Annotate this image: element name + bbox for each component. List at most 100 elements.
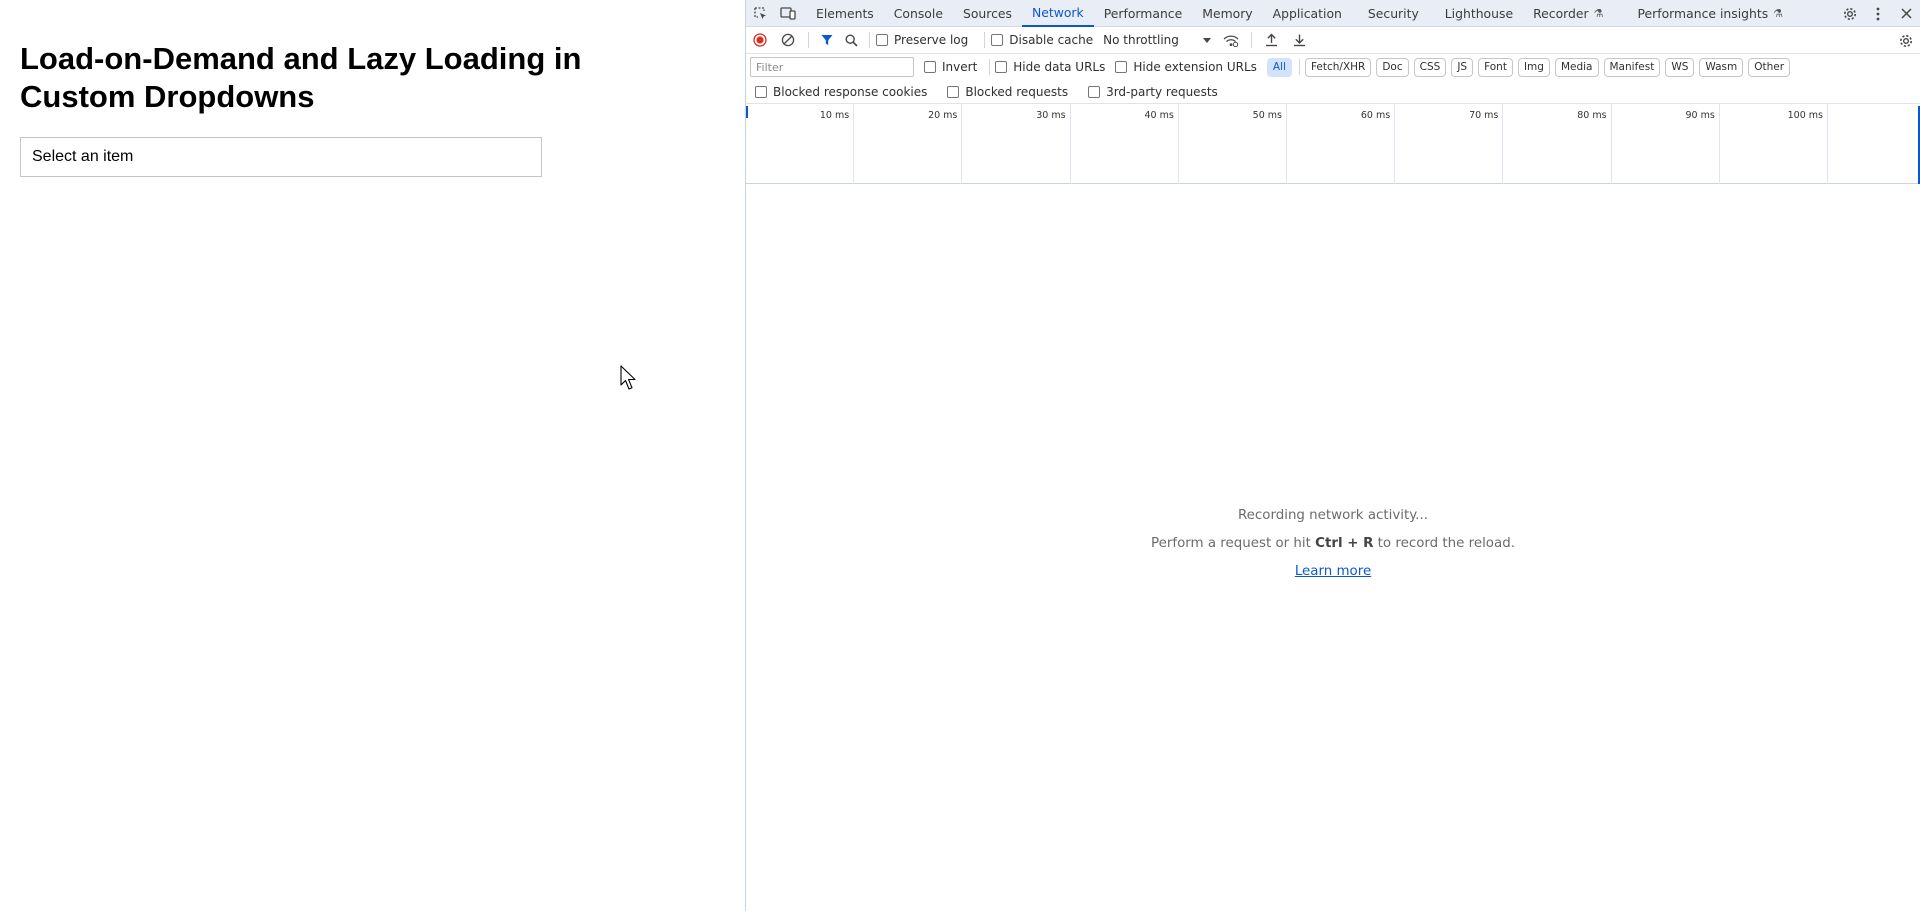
tab-memory[interactable]: Memory (1192, 0, 1262, 27)
preserve-log-checkbox[interactable]: Preserve log (876, 33, 968, 47)
learn-more-link[interactable]: Learn more (1295, 564, 1371, 579)
filter-type-manifest[interactable]: Manifest (1603, 57, 1661, 77)
toolbar-divider (808, 32, 809, 48)
timeline-tick: 70 ms (1395, 104, 1504, 184)
checkbox-box[interactable] (1115, 61, 1128, 73)
device-toolbar-icon[interactable] (774, 0, 802, 27)
third-party-requests-label: 3rd-party requests (1106, 84, 1218, 99)
hide-extension-urls-checkbox[interactable]: Hide extension URLs (1115, 60, 1257, 74)
more-options-icon[interactable] (1864, 0, 1892, 27)
blocked-response-cookies-checkbox[interactable]: Blocked response cookies (755, 85, 927, 99)
filter-type-js[interactable]: JS (1451, 57, 1474, 77)
tab-security[interactable]: Security (1358, 0, 1429, 27)
toolbar-divider (869, 32, 870, 48)
blocked-filter-bar: Blocked response cookies Blocked request… (746, 80, 1920, 104)
empty-state: Recording network activity... Perform a … (746, 508, 1920, 579)
stop-recording-icon[interactable] (746, 27, 774, 54)
timeline-overview[interactable]: 10 ms 20 ms 30 ms 40 ms 50 ms 60 ms 70 ms 80 ms… (746, 104, 1920, 184)
close-devtools-icon[interactable] (1892, 0, 1920, 27)
filter-type-wasm[interactable]: Wasm (1699, 57, 1744, 77)
timeline-tick: 90 ms (1612, 104, 1720, 184)
filter-divider (1298, 59, 1300, 75)
import-har-icon[interactable] (1258, 27, 1286, 54)
blocked-requests-checkbox[interactable]: Blocked requests (947, 85, 1068, 99)
filter-type-other[interactable]: Other (1748, 57, 1791, 77)
checkbox-box[interactable] (991, 34, 1004, 46)
timeline-tick: 10 ms (746, 104, 855, 184)
preserve-log-label: Preserve log (894, 33, 969, 47)
tab-recorder[interactable]: Recorder ⚗ (1523, 0, 1613, 27)
inspect-element-icon[interactable] (746, 0, 774, 27)
filter-type-img[interactable]: Img (1517, 57, 1550, 77)
clear-log-icon[interactable] (774, 27, 802, 54)
filter-input[interactable] (750, 57, 914, 77)
filter-type-font[interactable]: Font (1478, 57, 1513, 77)
timeline-tick: 50 ms (1179, 104, 1287, 184)
timeline-tick: 60 ms (1287, 104, 1396, 184)
filter-type-media[interactable]: Media (1554, 57, 1599, 77)
third-party-requests-checkbox[interactable]: 3rd-party requests (1088, 85, 1218, 99)
tab-label: Recorder (1533, 5, 1589, 21)
web-page: Load-on-Demand and Lazy Loading in Custo… (0, 0, 745, 911)
timeline-left-handle[interactable] (746, 106, 748, 118)
tab-sources[interactable]: Sources (953, 0, 1022, 27)
hint-suffix: to record the reload. (1373, 536, 1515, 551)
tab-label: Sources (962, 5, 1012, 21)
tab-label: Console (893, 5, 943, 21)
network-settings-gear-icon[interactable] (1892, 27, 1920, 54)
checkbox-box[interactable] (924, 61, 936, 73)
devtools-tabbar: Elements Console Sources Network Performance… (746, 0, 1920, 27)
hide-data-urls-label: Hide data URLs (1013, 60, 1106, 74)
checkbox-box[interactable] (755, 85, 767, 98)
filter-type-all[interactable]: All (1266, 57, 1292, 77)
throttling-select[interactable]: No throttling (1103, 33, 1211, 47)
timeline-tick-label: 20 ms (928, 110, 958, 121)
tab-label: Network (1031, 4, 1084, 20)
hide-data-urls-checkbox[interactable]: Hide data URLs (995, 60, 1105, 74)
tab-elements[interactable]: Elements (806, 0, 884, 27)
timeline-tick: 40 ms (1071, 104, 1179, 184)
timeline-tick-label: 90 ms (1685, 110, 1715, 121)
search-icon[interactable] (839, 27, 863, 54)
checkbox-box[interactable] (876, 34, 888, 46)
timeline-tick-label: 30 ms (1036, 110, 1066, 121)
tab-performance[interactable]: Performance (1094, 0, 1193, 27)
throttling-value: No throttling (1103, 33, 1179, 47)
timeline-tick: 11 (1828, 104, 1920, 184)
filter-funnel-icon[interactable] (815, 27, 839, 54)
tab-console[interactable]: Console (884, 0, 953, 27)
tab-application[interactable]: Application (1263, 0, 1352, 27)
dropdown-placeholder: Select an item (32, 148, 134, 165)
tab-lighthouse[interactable]: Lighthouse (1435, 0, 1523, 27)
network-conditions-icon[interactable] (1217, 27, 1245, 54)
custom-dropdown[interactable]: Select an item (20, 137, 542, 177)
tab-network[interactable]: Network (1021, 0, 1094, 27)
tab-label: Memory (1202, 5, 1253, 21)
export-har-icon[interactable] (1286, 27, 1314, 54)
disable-cache-checkbox[interactable]: Disable cache (991, 33, 1093, 47)
shortcut-text: Ctrl + R (1315, 536, 1374, 551)
record-hint-text: Perform a request or hit Ctrl + R to rec… (746, 536, 1920, 551)
tab-label: Performance (1103, 5, 1183, 21)
toolbar-divider (1250, 32, 1252, 48)
chevron-down-icon (1202, 37, 1211, 43)
invert-checkbox[interactable]: Invert (924, 60, 977, 74)
filter-type-doc[interactable]: Doc (1376, 57, 1409, 77)
mouse-cursor-icon (620, 365, 636, 390)
filter-type-css[interactable]: CSS (1413, 57, 1447, 77)
toolbar-divider (984, 32, 986, 48)
tab-label: Performance insights (1637, 5, 1769, 21)
settings-gear-icon[interactable] (1836, 0, 1864, 27)
page-title: Load-on-Demand and Lazy Loading in Custo… (20, 41, 582, 114)
checkbox-box[interactable] (947, 85, 960, 98)
filter-type-fetch-xhr[interactable]: Fetch/XHR (1304, 57, 1372, 77)
checkbox-box[interactable] (995, 61, 1008, 73)
network-toolbar: Preserve log Disable cache No throttling (746, 27, 1920, 54)
filter-divider (989, 59, 991, 75)
tab-label: Elements (816, 5, 874, 21)
checkbox-box[interactable] (1088, 85, 1101, 98)
timeline-tick: 80 ms (1503, 104, 1612, 184)
tab-performance-insights[interactable]: Performance insights ⚗ (1627, 0, 1793, 27)
invert-label: Invert (942, 60, 978, 74)
filter-type-ws[interactable]: WS (1665, 57, 1695, 77)
